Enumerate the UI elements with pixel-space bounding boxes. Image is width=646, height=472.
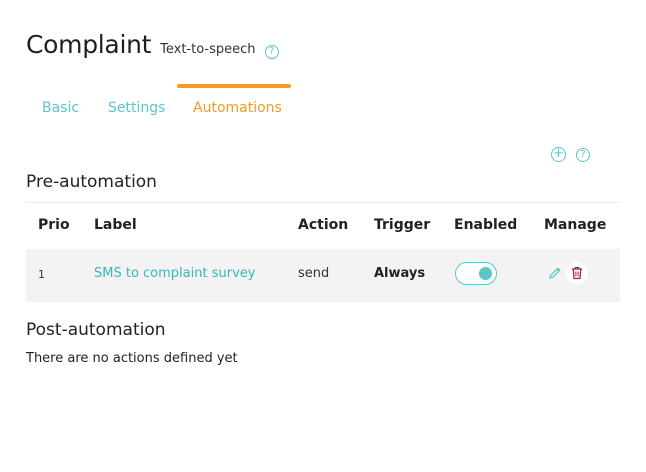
plus-circle-icon[interactable]: + <box>551 147 566 162</box>
pencil-icon[interactable] <box>547 265 563 281</box>
page-header: Complaint Text-to-speech ? <box>26 30 279 59</box>
toggle-knob <box>479 266 492 280</box>
column-header-action: Action <box>298 217 349 233</box>
post-automation-title: Post-automation <box>26 320 166 340</box>
tab-label: Automations <box>193 100 282 116</box>
question-circle-icon[interactable]: ? <box>264 45 279 59</box>
row-label-link[interactable]: SMS to complaint survey <box>94 266 255 281</box>
row-trigger: Always <box>374 266 426 281</box>
tab-label: Basic <box>42 100 80 116</box>
trash-icon[interactable] <box>566 262 588 284</box>
pre-automation-table: Prio Label Action Trigger Enabled Manage… <box>26 202 620 302</box>
column-header-enabled: Enabled <box>454 217 518 233</box>
enabled-toggle[interactable] <box>455 262 497 285</box>
active-tab-indicator <box>177 84 291 88</box>
table-header: Prio Label Action Trigger Enabled Manage <box>26 203 620 249</box>
header-help[interactable]: ? <box>264 39 279 59</box>
empty-state-text: There are no actions defined yet <box>26 351 238 366</box>
row-action: send <box>298 266 330 281</box>
column-header-prio: Prio <box>38 217 70 233</box>
tab-label: Settings <box>108 100 166 116</box>
column-header-manage: Manage <box>544 217 607 233</box>
automation-actions: + ? <box>551 147 590 162</box>
table-row: 1 SMS to complaint survey send Always <box>26 249 620 302</box>
tab-bar: Basic Settings Automations <box>26 84 626 124</box>
tab-automations[interactable]: Automations <box>177 84 291 124</box>
pre-automation-title: Pre-automation <box>26 172 157 192</box>
page-subtitle: Text-to-speech <box>160 42 256 57</box>
row-prio: 1 <box>38 268 45 281</box>
page-title: Complaint <box>26 30 152 59</box>
question-circle-icon[interactable]: ? <box>576 147 590 162</box>
column-header-trigger: Trigger <box>374 217 431 233</box>
column-header-label: Label <box>94 217 137 233</box>
